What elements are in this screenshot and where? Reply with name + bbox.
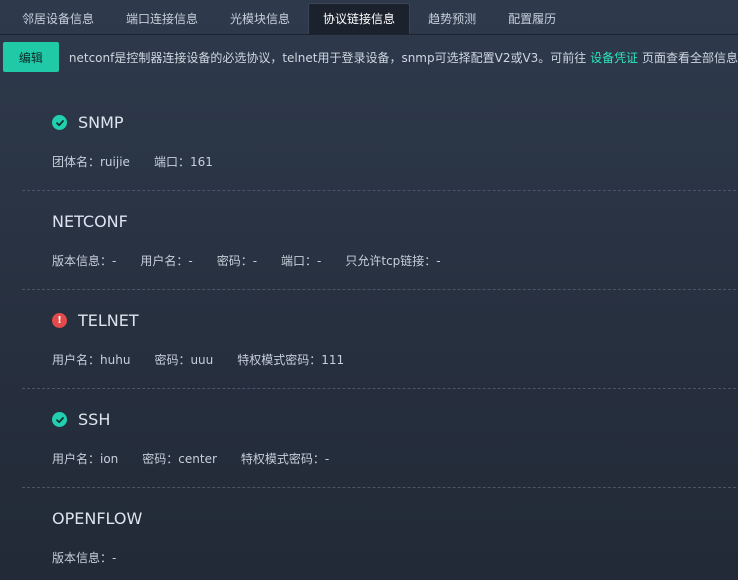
snmp-community: 团体名：ruijie [52, 155, 130, 169]
netconf-tcp-only: 只允许tcp链接：- [345, 254, 441, 268]
ssh-fields: 用户名：ion 密码：center 特权模式密码：- [52, 450, 353, 467]
netconf-password: 密码：- [216, 254, 258, 268]
netconf-port: 端口：- [281, 254, 322, 268]
tab-trend-forecast[interactable]: 趋势预测 [414, 4, 490, 34]
ssh-password: 密码：center [142, 452, 217, 466]
telnet-section: ! TELNET 用户名：huhu 密码：uuu 特权模式密码：111 [22, 290, 736, 389]
openflow-title: OPENFLOW [52, 509, 142, 528]
openflow-title-text: OPENFLOW [52, 509, 143, 528]
snmp-fields: 团体名：ruijie 端口：161 [52, 153, 237, 170]
tab-protocol-links[interactable]: 协议链接信息 [308, 3, 411, 34]
ssh-enable-password: 特权模式密码：- [240, 452, 330, 466]
netconf-username: 用户名：- [140, 254, 193, 268]
tab-optical-modules[interactable]: 光模块信息 [216, 4, 304, 34]
tab-config-history[interactable]: 配置履历 [494, 4, 570, 34]
snmp-title: SNMP [52, 113, 124, 132]
tab-neighbor-devices[interactable]: 邻居设备信息 [8, 4, 108, 34]
telnet-title: ! TELNET [52, 311, 139, 330]
info-prefix: netconf是控制器连接设备的必选协议，telnet用于登录设备，snmp可选… [68, 50, 587, 65]
netconf-fields: 版本信息：- 用户名：- 密码：- 端口：- 只允许tcp链接：- [52, 252, 465, 269]
ssh-title-text: SSH [78, 410, 111, 429]
ssh-section: SSH 用户名：ion 密码：center 特权模式密码：- [22, 389, 736, 488]
telnet-enable-password: 特权模式密码：111 [237, 353, 345, 367]
openflow-section: OPENFLOW 版本信息：- [22, 488, 736, 580]
info-suffix: 页面查看全部信息 [641, 50, 738, 65]
snmp-title-text: SNMP [78, 113, 124, 132]
openflow-fields: 版本信息：- [52, 549, 140, 566]
openflow-version: 版本信息：- [52, 551, 117, 565]
netconf-version: 版本信息：- [52, 254, 117, 268]
telnet-fields: 用户名：huhu 密码：uuu 特权模式密码：111 [52, 351, 368, 368]
info-text: netconf是控制器连接设备的必选协议，telnet用于登录设备，snmp可选… [69, 49, 738, 66]
check-circle-icon [52, 412, 67, 427]
device-credentials-link[interactable]: 设备凭证 [590, 51, 638, 65]
ssh-username: 用户名：ion [52, 452, 119, 466]
alert-circle-icon: ! [52, 313, 67, 328]
ssh-title: SSH [52, 410, 110, 429]
check-circle-icon [52, 115, 67, 130]
tab-port-connections[interactable]: 端口连接信息 [112, 4, 212, 34]
edit-button[interactable]: 编辑 [3, 42, 59, 72]
telnet-username: 用户名：huhu [52, 353, 131, 367]
telnet-title-text: TELNET [78, 311, 139, 330]
tab-bar: 邻居设备信息 端口连接信息 光模块信息 协议链接信息 趋势预测 配置履历 [0, 0, 738, 35]
telnet-password: 密码：uuu [154, 353, 214, 367]
netconf-section: NETCONF 版本信息：- 用户名：- 密码：- 端口：- 只允许tcp链接：… [22, 191, 736, 290]
netconf-title-text: NETCONF [52, 212, 128, 231]
snmp-section: SNMP 团体名：ruijie 端口：161 [22, 92, 736, 191]
snmp-port: 端口：161 [153, 155, 213, 169]
netconf-title: NETCONF [52, 212, 128, 231]
toolbar: 编辑 netconf是控制器连接设备的必选协议，telnet用于登录设备，snm… [3, 42, 738, 72]
